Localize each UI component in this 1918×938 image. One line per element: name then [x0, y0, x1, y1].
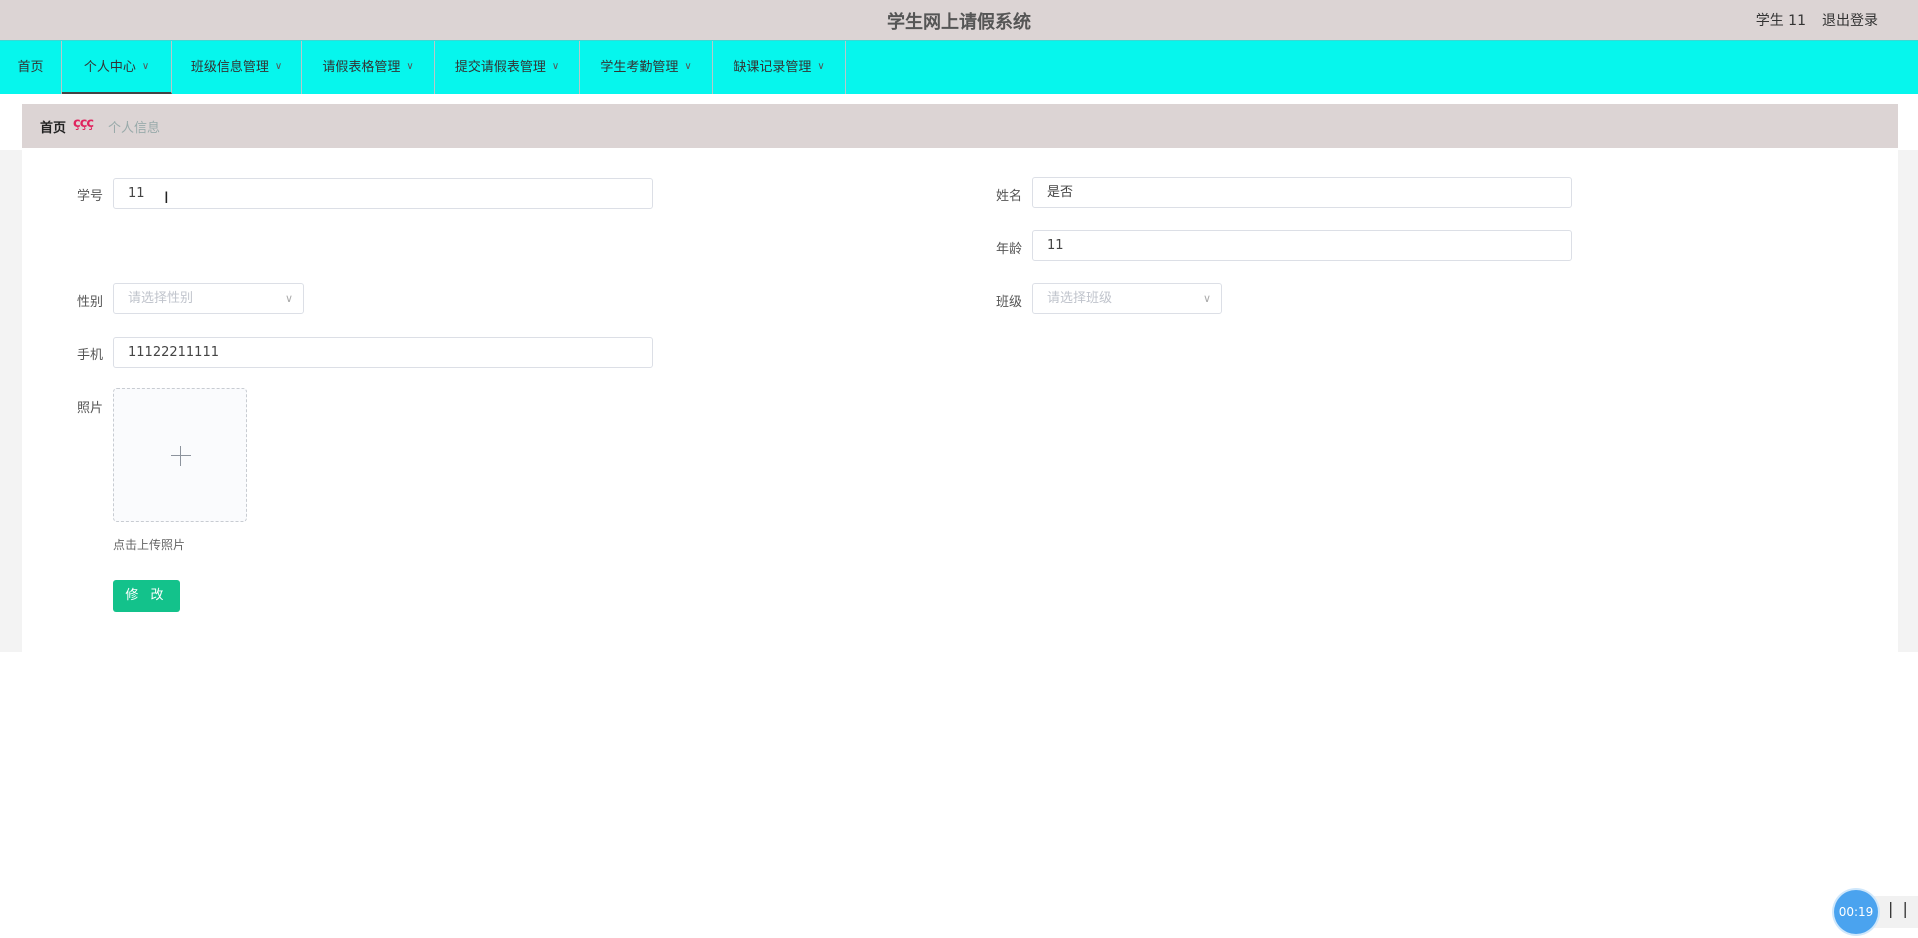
- breadcrumb: 首页 ççç 个人信息: [22, 104, 1898, 148]
- chevron-down-icon: ∨: [284, 292, 293, 305]
- chevron-down-icon: ∨: [551, 61, 560, 72]
- age-input[interactable]: 11: [1032, 230, 1572, 261]
- photo-label: 照片: [77, 401, 104, 416]
- chevron-down-icon: ∨: [406, 61, 414, 72]
- nav-item-leave-form[interactable]: 请假表格管理 ∨: [302, 41, 435, 94]
- recording-timer[interactable]: 00:19: [1834, 890, 1878, 934]
- nav-item-label: 提交请假表管理: [454, 60, 546, 75]
- chevron-down-icon: ∨: [684, 61, 692, 72]
- name-label: 姓名: [996, 189, 1023, 204]
- text-cursor-icon: I: [164, 188, 169, 207]
- gender-label: 性别: [77, 295, 104, 310]
- phone-input[interactable]: 11122211111: [113, 337, 653, 368]
- nav-item-class-info[interactable]: 班级信息管理 ∨: [172, 41, 302, 94]
- breadcrumb-current: 个人信息: [108, 121, 161, 136]
- photo-upload[interactable]: [113, 388, 247, 522]
- right-gutter: [1898, 150, 1918, 652]
- student-id-label: 学号: [77, 189, 104, 204]
- age-label: 年龄: [996, 242, 1023, 257]
- class-label: 班级: [996, 295, 1023, 310]
- main-nav: 首页 个人中心 ∨ 班级信息管理 ∨ 请假表格管理 ∨ 提交请假表管理 ∨ 学生考勤管理…: [0, 40, 1918, 94]
- nav-item-label: 学生考勤管理: [600, 60, 679, 75]
- student-id-input[interactable]: 11: [113, 178, 653, 209]
- left-gutter: [0, 150, 22, 652]
- breadcrumb-separator: ççç: [73, 116, 94, 131]
- phone-label: 手机: [77, 348, 104, 363]
- breadcrumb-home[interactable]: 首页: [40, 117, 66, 136]
- name-input[interactable]: 是否: [1032, 177, 1572, 208]
- modify-button[interactable]: 修 改: [113, 580, 180, 612]
- nav-item-personal-center[interactable]: 个人中心 ∨: [62, 41, 172, 94]
- current-user: 学生 11: [1755, 13, 1806, 29]
- pause-icon[interactable]: | |: [1888, 899, 1910, 918]
- plus-icon-vertical: [180, 446, 181, 466]
- nav-item-home[interactable]: 首页: [0, 41, 62, 94]
- class-select-placeholder: 请选择班级: [1047, 291, 1113, 306]
- nav-item-submit-leave[interactable]: 提交请假表管理 ∨: [435, 41, 580, 94]
- nav-item-attendance[interactable]: 学生考勤管理 ∨: [580, 41, 713, 94]
- system-title: 学生网上请假系统: [887, 12, 1031, 33]
- gender-select-placeholder: 请选择性别: [128, 291, 194, 306]
- nav-item-absence-records[interactable]: 缺课记录管理 ∨: [713, 41, 846, 94]
- nav-item-label: 首页: [17, 60, 44, 75]
- plus-icon: [171, 455, 191, 456]
- nav-item-label: 缺课记录管理: [733, 60, 812, 75]
- nav-item-label: 班级信息管理: [190, 60, 269, 75]
- gender-select[interactable]: 请选择性别 ∨: [113, 283, 304, 314]
- top-header: 学生网上请假系统 学生 11 退出登录: [0, 0, 1918, 40]
- chevron-down-icon: ∨: [141, 61, 150, 72]
- nav-item-label: 请假表格管理: [322, 60, 401, 75]
- chevron-down-icon: ∨: [1202, 292, 1211, 305]
- logout-link[interactable]: 退出登录: [1822, 10, 1878, 30]
- chevron-down-icon: ∨: [274, 61, 283, 72]
- class-select[interactable]: 请选择班级 ∨: [1032, 283, 1222, 314]
- chevron-down-icon: ∨: [817, 61, 825, 72]
- upload-tip: 点击上传照片: [113, 538, 186, 552]
- nav-item-label: 个人中心: [83, 60, 136, 75]
